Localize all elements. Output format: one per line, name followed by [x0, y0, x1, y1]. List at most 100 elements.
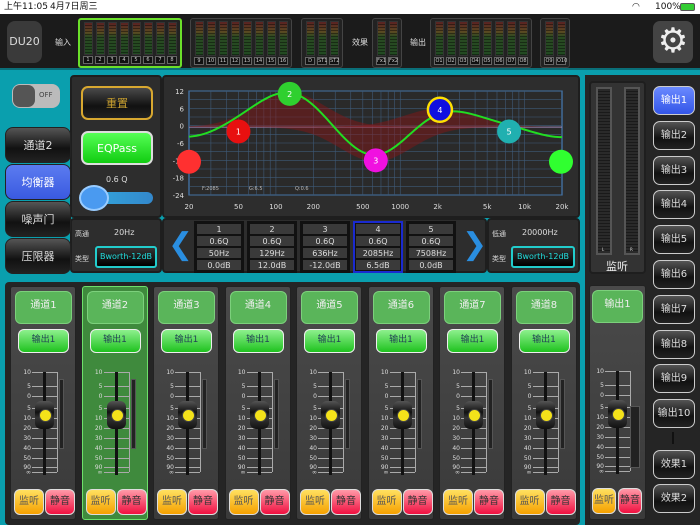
output-select-button-7[interactable]: 输出7 — [653, 295, 695, 324]
output-select-button-2[interactable]: 输出2 — [653, 121, 695, 150]
output-assign-button[interactable]: 输出1 — [447, 329, 498, 353]
highpass-freq[interactable]: 20Hz — [114, 228, 134, 237]
fader-knob[interactable] — [321, 401, 340, 429]
channel-name-button[interactable]: 通道8 — [515, 291, 573, 324]
band-id[interactable]: 1 — [196, 223, 242, 235]
output-assign-button[interactable]: 输出1 — [375, 329, 427, 353]
band-q[interactable]: 0.6Q — [249, 235, 295, 247]
monitor-button[interactable]: 监听 — [514, 489, 545, 515]
monitor-button[interactable]: 监听 — [14, 489, 44, 515]
output-select-button-6[interactable]: 输出6 — [653, 260, 695, 289]
band-gain[interactable]: 0.0dB — [408, 259, 454, 271]
output-select-button-8[interactable]: 输出8 — [653, 330, 695, 359]
band-column-4[interactable]: 4 0.6Q 2085Hz 6.5dB — [353, 221, 403, 273]
lowpass-node[interactable] — [549, 149, 573, 174]
fader-knob[interactable] — [392, 401, 412, 429]
band-freq[interactable]: 7508Hz — [408, 247, 454, 259]
fader-knob[interactable] — [106, 401, 126, 429]
fader-knob[interactable] — [535, 401, 555, 429]
band-freq[interactable]: 2085Hz — [355, 247, 401, 259]
meter-group-effects[interactable]: Fx1 Fx2 — [372, 18, 402, 68]
mute-button[interactable]: 静音 — [188, 489, 218, 515]
reset-button[interactable]: 重置 — [81, 86, 153, 120]
tab-3[interactable]: 压限器 — [5, 238, 71, 274]
fader-knob[interactable] — [464, 401, 483, 429]
band-column-1[interactable]: 1 0.6Q 50Hz 0.0dB — [194, 221, 244, 273]
band-gain[interactable]: -12.0dB — [302, 259, 348, 271]
prev-band-chevron-icon[interactable]: ❮ — [168, 230, 193, 260]
band-freq[interactable]: 129Hz — [249, 247, 295, 259]
meter-group-input[interactable]: 9 10 11 12 13 14 15 16 — [190, 18, 292, 68]
fader-knob[interactable] — [178, 401, 197, 429]
mute-button[interactable]: 静音 — [116, 489, 147, 515]
highpass-node[interactable] — [177, 149, 201, 174]
meter-group-output[interactable]: O9 O10 — [540, 18, 570, 68]
eq-response-chart[interactable]: 1260-6-12-18-24205010020050010002k5k10k2… — [162, 75, 580, 218]
band-id[interactable]: 2 — [249, 223, 295, 235]
device-button[interactable]: DU20 — [7, 21, 42, 63]
channel-name-button[interactable]: 通道7 — [444, 291, 501, 324]
band-q[interactable]: 0.6Q — [196, 235, 242, 247]
monitor-button[interactable]: 监听 — [443, 489, 473, 515]
band-q[interactable]: 0.6Q — [408, 235, 454, 247]
output-assign-button[interactable]: 输出1 — [232, 329, 284, 353]
output-assign-button[interactable]: 输出1 — [304, 329, 355, 353]
band-column-2[interactable]: 2 0.6Q 129Hz 12.0dB — [247, 221, 297, 273]
highpass-type-select[interactable]: Bworth-12dB — [95, 246, 157, 268]
q-slider[interactable] — [79, 185, 153, 211]
eqpass-button[interactable]: EQPass — [81, 131, 153, 165]
output-select-button-9[interactable]: 输出9 — [653, 364, 695, 393]
monitor-button[interactable]: 监听 — [371, 489, 402, 515]
tab-2[interactable]: 噪声门 — [5, 201, 71, 237]
band-gain[interactable]: 12.0dB — [249, 259, 295, 271]
output-assign-button[interactable]: 输出1 — [518, 329, 570, 353]
monitor-button[interactable]: 监听 — [300, 489, 330, 515]
mute-button[interactable]: 静音 — [402, 489, 433, 515]
output-select-button-1[interactable]: 输出1 — [653, 86, 695, 115]
band-column-3[interactable]: 3 0.6Q 636Hz -12.0dB — [300, 221, 350, 273]
meter-group-input[interactable]: 12345678 — [78, 18, 182, 68]
mute-button[interactable]: 静音 — [331, 489, 361, 515]
band-id[interactable]: 4 — [355, 223, 401, 235]
mute-button[interactable]: 静音 — [474, 489, 504, 515]
fader-knob[interactable] — [249, 401, 269, 429]
band-id[interactable]: 3 — [302, 223, 348, 235]
output-select-button-12[interactable]: 效果2 — [653, 484, 695, 513]
q-slider-handle[interactable] — [79, 185, 109, 211]
tab-0[interactable]: 通道2 — [5, 127, 71, 163]
lowpass-type-select[interactable]: Bworth-12dB — [511, 246, 575, 268]
fader-knob[interactable] — [608, 400, 627, 428]
band-column-5[interactable]: 5 0.6Q 7508Hz 0.0dB — [406, 221, 456, 273]
channel-name-button[interactable]: 通道5 — [301, 291, 358, 324]
monitor-button[interactable]: 监听 — [157, 489, 187, 515]
channel-name-button[interactable]: 通道6 — [372, 291, 430, 324]
band-id[interactable]: 5 — [408, 223, 454, 235]
band-gain[interactable]: 0.0dB — [196, 259, 242, 271]
mute-button[interactable]: 静音 — [259, 489, 290, 515]
next-band-chevron-icon[interactable]: ❯ — [462, 230, 487, 260]
band-gain[interactable]: 6.5dB — [355, 259, 401, 271]
fader-knob[interactable] — [35, 401, 54, 429]
mute-button[interactable]: 静音 — [45, 489, 75, 515]
lowpass-freq[interactable]: 20000Hz — [522, 228, 558, 237]
monitor-button[interactable]: 监听 — [592, 488, 616, 514]
monitor-button[interactable]: 监听 — [228, 489, 259, 515]
meter-group-input[interactable]: D ST1 ST2 — [301, 18, 343, 68]
output-select-button-3[interactable]: 输出3 — [653, 156, 695, 185]
channel-name-button[interactable]: 通道4 — [229, 291, 287, 324]
output-select-button-5[interactable]: 输出5 — [653, 225, 695, 254]
band-q[interactable]: 0.6Q — [302, 235, 348, 247]
channel-name-button[interactable]: 通道1 — [15, 291, 72, 324]
output-select-button-10[interactable]: 输出10 — [653, 399, 695, 428]
output-select-button-11[interactable]: 效果1 — [653, 450, 695, 479]
power-toggle[interactable]: OFF — [12, 84, 60, 108]
output-assign-button[interactable]: 输出1 — [161, 329, 212, 353]
monitor-button[interactable]: 监听 — [85, 489, 116, 515]
output-assign-button[interactable]: 输出1 — [89, 329, 141, 353]
meter-group-output[interactable]: O1 O2 O3 O4 O5 O6 O7 O8 — [430, 18, 532, 68]
band-freq[interactable]: 50Hz — [196, 247, 242, 259]
mute-button[interactable]: 静音 — [618, 488, 642, 514]
settings-gear-icon[interactable]: ⚙ — [653, 21, 693, 63]
band-q[interactable]: 0.6Q — [355, 235, 401, 247]
mute-button[interactable]: 静音 — [545, 489, 576, 515]
